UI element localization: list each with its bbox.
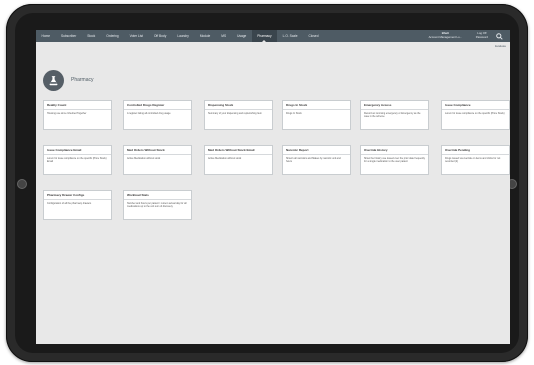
password-label: Password — [475, 35, 488, 39]
nav-item-off-body[interactable]: Off Body — [148, 30, 171, 42]
card-title: Issue Compliance — [442, 101, 509, 110]
card-description: Show's all narcotics and Makes by narcot… — [286, 156, 341, 163]
flask-icon — [43, 70, 64, 91]
nav-item-module[interactable]: Module — [194, 30, 215, 42]
search-icon[interactable] — [494, 31, 504, 41]
screen: Home Subscriber Stock Ordering Voter List Off… — [36, 30, 510, 344]
logout-button[interactable]: Log Off Password — [476, 31, 488, 39]
card-title: Issue Compliance Email — [44, 146, 111, 155]
card-override-pending[interactable]: Override Pending Drugs issued via overrid… — [441, 145, 510, 175]
card-med-orders-without-stock-email[interactable]: Med Orders Without Stock Email Active Med… — [204, 145, 273, 175]
nav-item-pharmacy[interactable]: Pharmacy — [251, 30, 278, 42]
nav-item-voter-list[interactable]: Voter List — [124, 30, 148, 42]
nav-item-closed[interactable]: Closed — [303, 30, 324, 42]
card-title: Override Pending — [442, 146, 509, 155]
card-description: Lorem for issue compliance on the specif… — [445, 111, 505, 115]
card-reality-count[interactable]: Reality Count Housing use since Inherited… — [43, 100, 112, 130]
card-override-history[interactable]: Override History Show the history use iss… — [360, 145, 429, 175]
card-title: Reality Count — [44, 101, 111, 110]
card-med-orders-without-stock[interactable]: Med Orders Without Stock Active Medicatio… — [123, 145, 192, 175]
nav-item-ms[interactable]: MS — [216, 30, 232, 42]
card-workload-stats[interactable]: Workload Stats Number and hours per patie… — [123, 190, 192, 220]
card-controlled-drugs-register[interactable]: Controlled Drugs Register A register list… — [123, 100, 192, 130]
card-title: Pharmacy Drawer Configs — [44, 191, 111, 200]
card-description: Drugs issued via override on items and c… — [445, 156, 501, 163]
card-issue-compliance-email[interactable]: Issue Compliance Email Lorem for issue co… — [43, 145, 112, 175]
card-description: A register listing all controlled drug u… — [127, 111, 171, 115]
page-title: Pharmacy — [71, 77, 94, 83]
card-title: Override History — [361, 146, 428, 155]
card-title: Dispensing Stock — [205, 101, 272, 110]
camera-icon — [17, 179, 27, 189]
card-issue-compliance[interactable]: Issue Compliance Lorem for issue complian… — [441, 100, 510, 130]
card-description: Show the history use issued over the pri… — [364, 156, 425, 163]
card-description: Lorem for issue compliance on the specif… — [47, 156, 107, 163]
nav-item-l-o-scale[interactable]: L.O. Scale — [277, 30, 303, 42]
card-title: Med Orders Without Stock Email — [205, 146, 272, 155]
user-info[interactable]: Bhatt Account Management Lo... — [429, 31, 462, 39]
card-description: Number and hours per patient / nurse's a… — [127, 201, 187, 208]
nav-item-stock[interactable]: Stock — [82, 30, 101, 42]
nav-item-laundry[interactable]: Laundry — [172, 30, 195, 42]
card-title: Controlled Drugs Register — [124, 101, 191, 110]
tablet-frame: Home Subscriber Stock Ordering Voter List Off… — [6, 4, 528, 362]
card-description: Active Medication without stock — [208, 156, 242, 160]
card-description: Record an incoming emergency or Emergenc… — [364, 111, 421, 118]
card-title: Med Orders Without Stock — [124, 146, 191, 155]
card-pharmacy-drawer-configs[interactable]: Pharmacy Drawer Configs Configuration of … — [43, 190, 112, 220]
card-description: Active Medication without stock — [127, 156, 161, 160]
card-description: Housing use since Inherited Together — [47, 111, 87, 115]
card-title: Drugs In Stock — [283, 101, 350, 110]
card-description: Summary of your dispensing and replenish… — [208, 111, 262, 115]
user-role: Account Management Lo... — [428, 35, 462, 39]
card-emergency-access[interactable]: Emergency Access Record an incoming emerg… — [360, 100, 429, 130]
card-drugs-in-stock[interactable]: Drugs In Stock Drugs In Stock — [282, 100, 351, 130]
nav-item-ordering[interactable]: Ordering — [101, 30, 124, 42]
nav-item-usage[interactable]: Usage — [232, 30, 252, 42]
nav-item-home[interactable]: Home — [36, 30, 56, 42]
evaluate-link[interactable]: Evaluate — [495, 44, 506, 48]
nav-item-subscriber[interactable]: Subscriber — [56, 30, 82, 42]
card-description: Drugs In Stock — [286, 111, 302, 115]
card-description: Configuration of all the pharmacy drawer… — [47, 201, 92, 205]
card-dispensing-stock[interactable]: Dispensing Stock Summary of your dispensi… — [204, 100, 273, 130]
card-title: Narcotic Report — [283, 146, 350, 155]
card-title: Workload Stats — [124, 191, 191, 200]
card-narcotic-report[interactable]: Narcotic Report Show's all narcotics and … — [282, 145, 351, 175]
card-title: Emergency Access — [361, 101, 428, 110]
